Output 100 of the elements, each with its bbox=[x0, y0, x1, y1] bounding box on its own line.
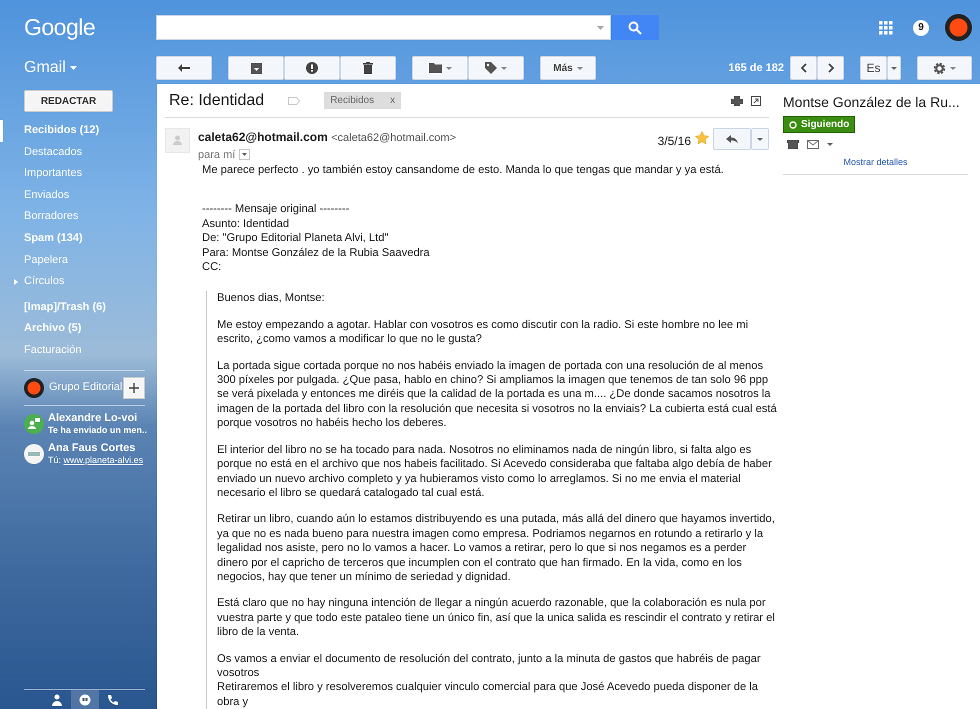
following-badge[interactable]: Siguiendo bbox=[783, 116, 856, 133]
header-line: Asunto: Identidad bbox=[202, 216, 290, 232]
contact-name[interactable]: Alexandre Lo-voi bbox=[48, 412, 147, 425]
show-details-link[interactable]: Mostrar detalles bbox=[843, 156, 908, 166]
language-menu-button[interactable] bbox=[887, 56, 901, 80]
quoted-paragraph: Está claro que no hay ninguna intención de llegar a ningún acuerdo razonable, que la colaboración es nula por vuestra parte y que todo este pataleo tiene un único fin, así que la unica salida es rescindir el contrato y retirar el libro de la venta. bbox=[217, 596, 776, 640]
search-icon bbox=[628, 20, 642, 34]
caret-icon bbox=[70, 66, 77, 70]
circle-icon bbox=[789, 120, 797, 128]
quoted-paragraph: Retirar un libro, cuando aún lo estamos distribuyendo es una putada, más allá del dinero que hayamos invertido, ya que no es nada bueno para nuestra imagen como empresa. Podriamos negarnos en rotundo a retirarlo y la legalidad nos asiste, pero no lo vamos a hacer. Lo vamos a retirar, pero lo que si nos negamos es a perder dinero por el capricho de terceros que incumplen con el contrato que han firmado. En la vida, como en los negocios, hay que tener un mínimo de seriedad y dignidad. bbox=[217, 512, 776, 584]
sidebar-folder[interactable]: Facturación bbox=[0, 340, 140, 362]
gmail-menu[interactable]: Gmail bbox=[24, 56, 66, 80]
message-subject: Re: Identidad bbox=[169, 90, 264, 110]
star-icon[interactable] bbox=[695, 131, 709, 145]
card-icon[interactable] bbox=[787, 140, 799, 148]
move-to-button[interactable] bbox=[412, 56, 468, 80]
person-icon bbox=[50, 694, 62, 706]
contact-avatar bbox=[24, 414, 44, 434]
importance-marker-icon[interactable] bbox=[288, 96, 300, 104]
caret-icon bbox=[446, 66, 452, 70]
quoted-paragraph: La portada sigue cortada porque no nos habéis enviado la imagen de portada con una resolución de al menos 300 píxeles por pulgada. ¿Que pasa, hablo en chino? Si ampliamos la imagen que tenemos de tan solo 96 ppp se verá pixelada y entonces me diréis que la calidad de la portada es una m.... ¿De donde sacamos nosotros la imagen de la portada del libro con la resolución que necesita si vosotros no la enviais? La cubierta está cual está porque vosotros no habéis hecho los deberes. bbox=[217, 358, 778, 431]
remove-label-button[interactable]: x bbox=[390, 93, 396, 108]
contact-avatar bbox=[24, 444, 44, 464]
new-window-icon[interactable] bbox=[751, 96, 761, 106]
caret-icon bbox=[597, 26, 604, 30]
sidebar-folder[interactable]: Spam (134) bbox=[0, 228, 140, 250]
caret-icon bbox=[891, 66, 897, 70]
sidebar-folder[interactable]: Importantes bbox=[0, 163, 140, 185]
message-text: Me parece perfecto . yo también estoy cansandome de esto. Manda lo que tengas que mandar y ya está. bbox=[202, 163, 725, 178]
contact-status: Tú: bbox=[48, 454, 62, 465]
envelope-icon[interactable] bbox=[807, 140, 819, 148]
archive-icon bbox=[250, 62, 262, 74]
trash-icon bbox=[363, 62, 373, 74]
contact-link[interactable]: www.planeta-alvi.es bbox=[64, 454, 144, 465]
account-avatar bbox=[24, 378, 44, 398]
sidebar-folder[interactable]: Recibidos (12) bbox=[0, 120, 140, 142]
header-line: CC: bbox=[202, 260, 222, 274]
notification-count[interactable]: 9 bbox=[913, 20, 929, 36]
hangouts-account[interactable]: Grupo Editorial bbox=[49, 379, 122, 396]
sender-avatar bbox=[165, 128, 190, 153]
more-button[interactable]: Más bbox=[540, 56, 596, 80]
new-conversation-button[interactable] bbox=[123, 376, 145, 399]
caret-icon bbox=[576, 66, 583, 70]
caret-icon bbox=[950, 66, 956, 70]
folder-icon bbox=[428, 63, 442, 73]
contact-name[interactable]: Ana Faus Cortes bbox=[48, 442, 144, 455]
sidebar-folder[interactable]: Borradores bbox=[0, 206, 140, 228]
apps-grid-icon[interactable] bbox=[879, 20, 893, 34]
sender-name: caleta62@hotmail.com bbox=[198, 130, 328, 144]
quote-bubble-tab[interactable] bbox=[70, 690, 98, 709]
search-button[interactable] bbox=[611, 15, 659, 40]
search-field[interactable] bbox=[156, 15, 611, 40]
plus-icon bbox=[129, 382, 139, 393]
label-chip[interactable]: Recibidos bbox=[330, 93, 374, 108]
quoted-paragraph: Os vamos a enviar el documento de resolución del contrato, junto a la minuta de gastos que habréis de pagar vosotros Retiraremos el libro y resolveremos cualquier vinculo comercial para que José Acevedo pueda disponer de la obra y bbox=[217, 652, 762, 709]
account-avatar[interactable] bbox=[945, 14, 972, 41]
sidebar-folder[interactable]: Destacados bbox=[0, 142, 140, 164]
delete-button[interactable] bbox=[340, 56, 396, 80]
caret-icon bbox=[242, 153, 248, 156]
header-line: -------- Mensaje original -------- bbox=[202, 202, 350, 217]
back-arrow-icon bbox=[178, 64, 190, 72]
google-logo: Google bbox=[24, 13, 96, 42]
message-date: 3/5/16 bbox=[658, 133, 691, 150]
compose-button[interactable]: REDACTAR bbox=[24, 90, 113, 112]
caret-icon bbox=[757, 138, 763, 140]
contact-status: Te ha enviado un men.. bbox=[48, 424, 147, 435]
quoted-paragraph: Buenos dias, Montse: bbox=[217, 291, 326, 306]
details-dropdown-button[interactable] bbox=[239, 149, 250, 160]
archive-button[interactable] bbox=[228, 56, 284, 80]
exclamation-icon bbox=[306, 62, 318, 74]
phone-icon bbox=[106, 694, 118, 706]
next-button[interactable] bbox=[817, 56, 844, 80]
contact-name: Montse González de la Ru... bbox=[783, 93, 961, 112]
header-line: De: "Grupo Editorial Planeta Alvi, Ltd" bbox=[202, 231, 390, 246]
chevron-left-icon bbox=[800, 63, 806, 73]
caret-icon bbox=[501, 66, 507, 70]
sidebar-folder[interactable]: Archivo (5) bbox=[0, 318, 140, 340]
quote-bubble-icon bbox=[78, 694, 90, 706]
caret-icon[interactable] bbox=[827, 142, 833, 146]
sidebar-folder[interactable]: [Imap]/Trash (6) bbox=[0, 296, 140, 318]
quoted-paragraph: El interior del libro no se ha tocado para nada. Nosotros no eliminamos nada de ningún libro, si falta algo es porque no está en el archivo que nos habeis facilitado. Si Acevedo consideraba que faltaba algo debía de haber enviado un nuevo archivo completo y ya hubieramos visto como lo arreglamos. Si no me envia el material necesario el libro se quedará catalogado tal cual está. bbox=[217, 442, 773, 500]
tag-icon bbox=[485, 62, 497, 74]
back-button[interactable] bbox=[156, 56, 212, 80]
settings-button[interactable] bbox=[917, 56, 972, 80]
report-spam-button[interactable] bbox=[284, 56, 340, 80]
labels-button[interactable] bbox=[468, 56, 524, 80]
input-language-button[interactable]: Es bbox=[860, 56, 887, 80]
reply-arrow-icon bbox=[726, 134, 738, 144]
chevron-right-icon bbox=[828, 63, 834, 73]
message-counter: 165 de 182 bbox=[728, 60, 784, 76]
sidebar-folder[interactable]: Enviados bbox=[0, 184, 140, 206]
folder-group[interactable]: Círculos bbox=[0, 271, 140, 293]
recipient-text: para mí bbox=[198, 148, 236, 162]
sidebar-folder[interactable]: Papelera bbox=[0, 250, 140, 272]
quoted-paragraph: Me estoy empezando a agotar. Hablar con vosotros es como discutir con la radio. Si este hombre no lee mi escrito, ¿como vamos a modificar lo que no le gusta? bbox=[217, 318, 750, 347]
sender-address: <caleta62@hotmail.com> bbox=[331, 132, 456, 144]
reply-button[interactable] bbox=[713, 128, 751, 150]
header-line: Para: Montse González de la Rubia Saavedra bbox=[202, 246, 431, 260]
previous-button[interactable] bbox=[790, 56, 817, 80]
settings-icon bbox=[933, 62, 946, 74]
